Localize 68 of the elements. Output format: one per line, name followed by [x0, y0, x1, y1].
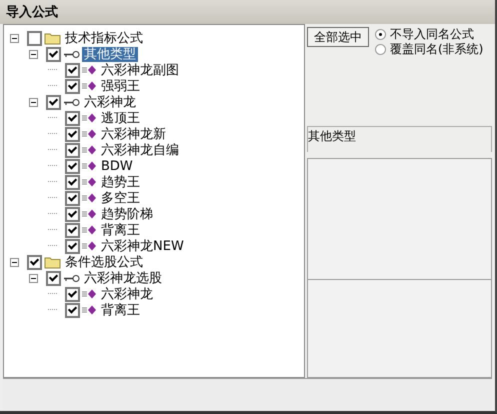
radio-label: 不导入同名公式: [390, 26, 474, 42]
checkbox[interactable]: [65, 222, 80, 238]
checkbox[interactable]: [46, 46, 61, 62]
tree-item[interactable]: 强弱王: [99, 78, 142, 94]
tree-item[interactable]: 技术指标公式: [63, 30, 145, 46]
radio-button[interactable]: [375, 29, 386, 40]
checkbox[interactable]: [65, 110, 80, 126]
collapse-icon[interactable]: [10, 258, 19, 266]
tree-item[interactable]: 其他类型: [82, 46, 138, 62]
collapse-icon[interactable]: [29, 274, 38, 282]
formula-icon: [82, 113, 97, 123]
formula-icon: [82, 129, 97, 139]
formula-icon: [82, 225, 97, 235]
checkbox[interactable]: [65, 78, 80, 94]
checkbox[interactable]: [65, 302, 80, 318]
checkbox[interactable]: [65, 142, 80, 158]
radio-label: 覆盖同名(非系统): [390, 41, 484, 58]
tree-item[interactable]: 六彩神龙: [82, 94, 138, 110]
checkbox[interactable]: [65, 62, 80, 78]
collapse-icon[interactable]: [29, 98, 38, 106]
description-label: 其他类型: [307, 126, 492, 152]
tree-item[interactable]: BDW: [99, 158, 135, 174]
tree-item[interactable]: 六彩神龙选股: [82, 270, 164, 286]
checkbox[interactable]: [65, 190, 80, 206]
radio-option[interactable]: 覆盖同名(非系统): [375, 42, 484, 57]
checkbox[interactable]: [46, 270, 61, 286]
window-title: 导入公式: [6, 4, 58, 21]
tree-item[interactable]: 背离王: [99, 222, 142, 238]
collapse-icon[interactable]: [29, 50, 38, 58]
checkbox[interactable]: [65, 174, 80, 190]
formula-icon: [82, 161, 97, 171]
checkbox[interactable]: [27, 254, 42, 270]
key-icon: [63, 274, 80, 282]
checkbox[interactable]: [65, 238, 80, 254]
tree-item[interactable]: 六彩神龙NEW: [99, 238, 186, 254]
select-all-button[interactable]: 全部选中: [307, 27, 369, 47]
checkbox[interactable]: [65, 286, 80, 302]
checkbox[interactable]: [65, 206, 80, 222]
checkbox[interactable]: [65, 126, 80, 142]
checkbox[interactable]: [65, 158, 80, 174]
checkbox[interactable]: [46, 94, 61, 110]
key-icon: [63, 50, 80, 58]
tree-item[interactable]: 六彩神龙新: [99, 126, 168, 142]
tree-item[interactable]: 趋势王: [99, 174, 142, 190]
formula-icon: [82, 241, 97, 251]
formula-icon: [82, 177, 97, 187]
radio-button[interactable]: [375, 44, 386, 55]
tree-item[interactable]: 背离王: [99, 302, 142, 318]
formula-icon: [82, 193, 97, 203]
formula-icon: [82, 209, 97, 219]
tree-item[interactable]: 逃顶王: [99, 110, 142, 126]
tree-item[interactable]: 多空王: [99, 190, 142, 206]
formula-icon: [82, 81, 97, 91]
tree-item[interactable]: 六彩神龙副图: [99, 62, 181, 78]
checkbox[interactable]: [27, 30, 42, 46]
formula-icon: [82, 305, 97, 315]
formula-icon: [82, 145, 97, 155]
key-icon: [63, 98, 80, 106]
tree-item[interactable]: 六彩神龙自编: [99, 142, 181, 158]
formula-icon: [82, 289, 97, 299]
folder-icon: [44, 256, 61, 268]
formula-icon: [82, 65, 97, 75]
tree-item[interactable]: 六彩神龙: [99, 286, 155, 302]
tree-item[interactable]: 趋势阶梯: [99, 206, 155, 222]
collapse-icon[interactable]: [10, 34, 19, 42]
tree-item[interactable]: 条件选股公式: [63, 254, 145, 270]
radio-option[interactable]: 不导入同名公式: [375, 27, 484, 42]
folder-icon: [44, 32, 61, 44]
